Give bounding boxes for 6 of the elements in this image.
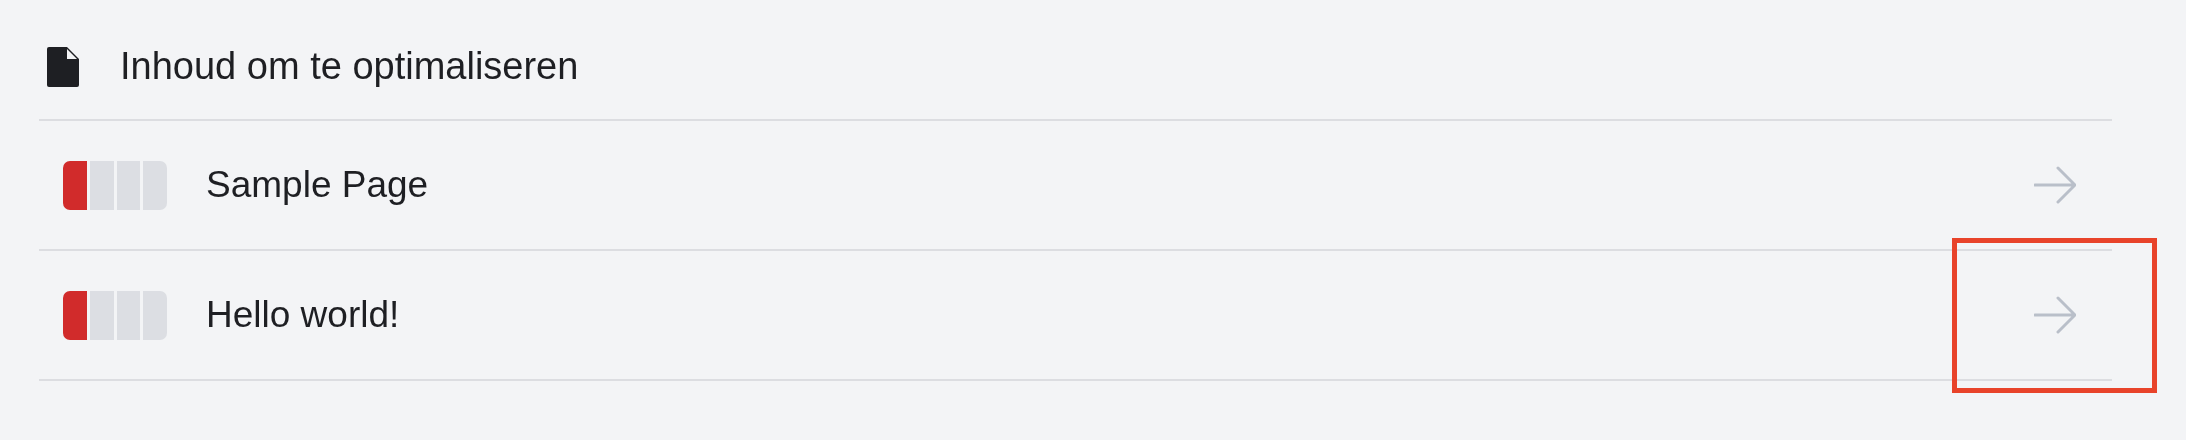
arrow-right-icon[interactable] xyxy=(2034,296,2076,334)
document-icon xyxy=(47,46,79,87)
section-title: Inhoud om te optimaliseren xyxy=(120,45,579,88)
arrow-right-icon[interactable] xyxy=(2034,166,2076,204)
page-title: Hello world! xyxy=(206,294,401,336)
page-title: Sample Page xyxy=(206,164,430,206)
